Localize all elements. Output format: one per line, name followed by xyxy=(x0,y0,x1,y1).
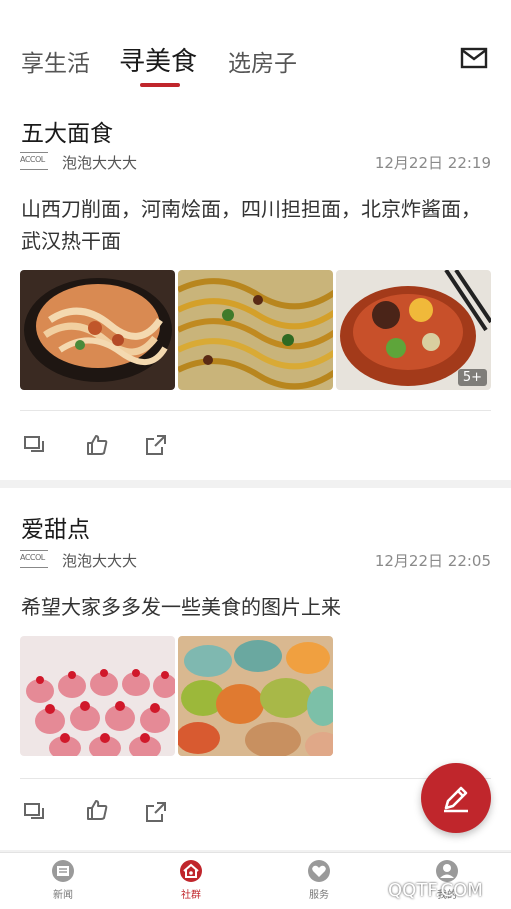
compose-post-button[interactable] xyxy=(421,763,491,833)
like-icon[interactable] xyxy=(85,433,109,457)
post-image[interactable] xyxy=(20,270,175,390)
share-icon[interactable] xyxy=(144,800,168,824)
nav-news[interactable]: 新闻 xyxy=(33,859,93,901)
heart-icon xyxy=(307,859,331,883)
post-time: 12月22日 22:19 xyxy=(374,154,491,172)
tab-lifestyle[interactable]: 享生活 xyxy=(21,44,90,78)
pencil-icon xyxy=(444,786,468,813)
avatar[interactable]: ACCOL xyxy=(20,550,48,568)
post-image[interactable] xyxy=(178,270,333,390)
top-tab-bar: 享生活 寻美食 选房子 xyxy=(0,0,511,100)
post-author[interactable]: 泡泡大大大 xyxy=(62,550,137,571)
watermark: QQTF.COM xyxy=(388,880,483,901)
nav-label: 服务 xyxy=(309,890,329,901)
more-images-badge: 5+ xyxy=(457,369,487,386)
nav-label: 社群 xyxy=(181,890,201,901)
post-image[interactable] xyxy=(20,636,175,756)
post-content: 山西刀削面，河南烩面，四川担担面，北京炸酱面，武汉热干面 xyxy=(21,197,481,253)
like-icon[interactable] xyxy=(85,798,109,822)
divider xyxy=(20,778,491,779)
nav-community[interactable]: 社群 xyxy=(161,859,221,901)
home-icon xyxy=(179,859,203,883)
comment-icon[interactable] xyxy=(23,433,47,457)
tab-food[interactable]: 寻美食 xyxy=(119,41,197,78)
nav-label: 新闻 xyxy=(53,890,73,901)
post-content: 希望大家多多发一些美食的图片上来 xyxy=(21,595,341,619)
post-card[interactable]: 五大面食 ACCOL 泡泡大大大 12月22日 22:19 山西刀削面，河南烩面… xyxy=(0,100,511,480)
divider xyxy=(20,410,491,411)
comment-icon[interactable] xyxy=(23,800,47,824)
mail-icon[interactable] xyxy=(460,46,488,70)
post-title: 五大面食 xyxy=(21,121,113,147)
post-author[interactable]: 泡泡大大大 xyxy=(62,152,137,173)
avatar[interactable]: ACCOL xyxy=(20,152,48,170)
post-image[interactable] xyxy=(178,636,333,756)
tab-housing[interactable]: 选房子 xyxy=(228,44,297,78)
active-tab-indicator xyxy=(140,83,180,87)
post-image[interactable]: 5+ xyxy=(336,270,491,390)
newspaper-icon xyxy=(51,859,75,883)
post-time: 12月22日 22:05 xyxy=(374,552,491,570)
share-icon[interactable] xyxy=(144,433,168,457)
post-title: 爱甜点 xyxy=(21,517,90,543)
nav-services[interactable]: 服务 xyxy=(289,859,349,901)
